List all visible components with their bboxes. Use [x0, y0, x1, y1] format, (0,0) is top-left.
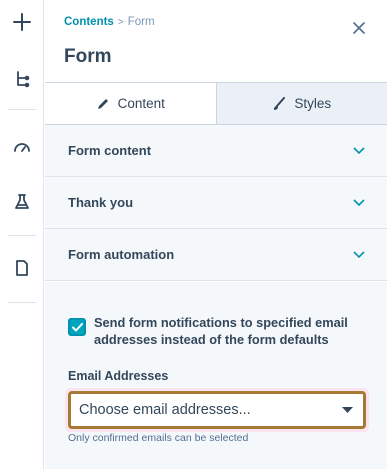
flask-icon — [15, 194, 29, 209]
tab-styles-label: Styles — [294, 96, 332, 111]
email-addresses-label: Email Addresses — [68, 369, 169, 383]
caret-down-icon — [342, 407, 353, 413]
notification-checkbox[interactable] — [68, 318, 86, 336]
section-label: Thank you — [68, 195, 134, 210]
tab-bar: Content Styles — [45, 82, 387, 125]
brush-icon — [274, 96, 286, 110]
email-select-focus-ring: Choose email addresses... — [65, 388, 369, 432]
document-icon — [16, 260, 28, 276]
notification-checkbox-label[interactable]: Send form notifications to specified ema… — [94, 314, 368, 348]
tab-content-label: Content — [117, 96, 165, 111]
section-label: Form content — [68, 143, 152, 158]
chevron-down-icon — [353, 146, 365, 154]
tab-content[interactable]: Content — [45, 83, 217, 124]
rail-divider — [8, 235, 36, 236]
email-addresses-select[interactable]: Choose email addresses... — [68, 391, 366, 429]
close-icon — [353, 22, 365, 34]
performance-button[interactable] — [0, 127, 44, 167]
email-help-text: Only confirmed emails can be selected — [68, 432, 249, 444]
checkmark-icon — [71, 322, 83, 331]
rail-divider — [8, 109, 36, 110]
page-title: Form — [64, 46, 112, 67]
test-button[interactable] — [0, 182, 44, 222]
rail-divider — [8, 302, 36, 303]
breadcrumb-current: Form — [127, 16, 155, 28]
breadcrumb: Contents > Form — [64, 16, 155, 28]
pencil-icon — [97, 98, 108, 109]
section-label: Form automation — [68, 247, 175, 262]
email-select-placeholder: Choose email addresses... — [79, 402, 251, 418]
tree-icon — [17, 71, 30, 88]
breadcrumb-parent-link[interactable]: Contents — [64, 16, 114, 28]
tab-styles[interactable]: Styles — [216, 83, 387, 124]
panel-header: Contents > Form Form — [45, 0, 387, 82]
form-panel: Contents > Form Form Content Styles Form… — [45, 0, 387, 469]
left-rail — [0, 0, 44, 469]
section-form-content[interactable]: Form content — [45, 125, 387, 177]
chevron-down-icon — [353, 250, 365, 258]
structure-button[interactable] — [0, 59, 44, 99]
section-form-automation[interactable]: Form automation — [45, 229, 387, 281]
notification-option: Send form notifications to specified ema… — [68, 314, 368, 348]
section-thank-you[interactable]: Thank you — [45, 177, 387, 229]
form-automation-body: Send form notifications to specified ema… — [45, 282, 387, 469]
close-button[interactable] — [349, 18, 369, 38]
page-button[interactable] — [0, 248, 44, 288]
plus-icon — [13, 13, 31, 31]
add-button[interactable] — [0, 2, 44, 42]
chevron-down-icon — [353, 198, 365, 206]
breadcrumb-separator: > — [117, 16, 124, 28]
gauge-icon — [14, 143, 30, 152]
